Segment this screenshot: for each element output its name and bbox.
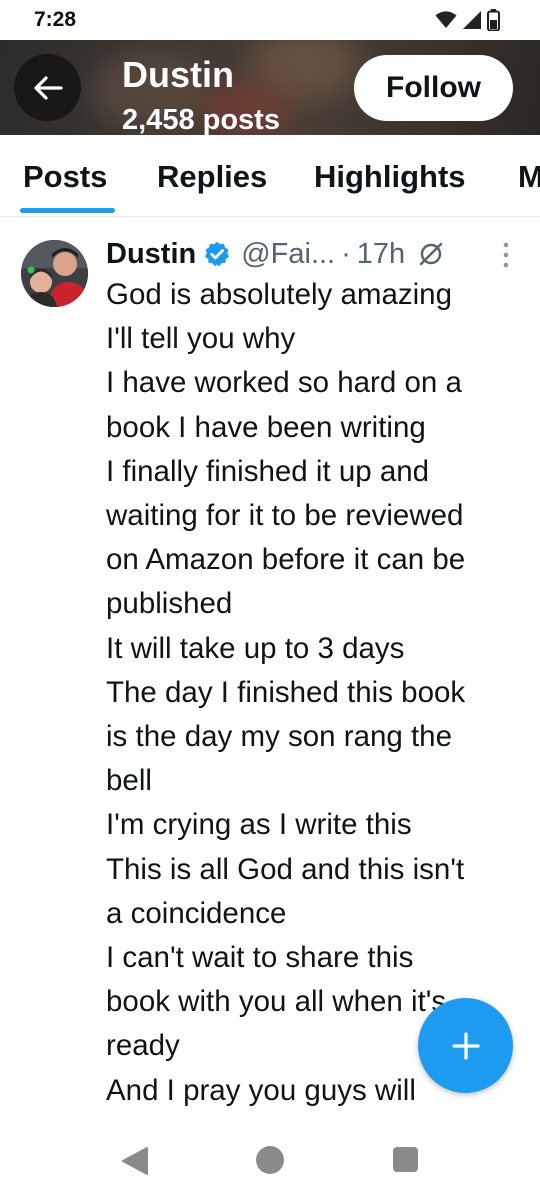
active-tab-indicator [20, 208, 115, 213]
tweet-text-line: I finally finished it up and [106, 454, 430, 488]
status-bar: 7:28 [0, 0, 540, 40]
tweet-text-line: I'll tell you why [106, 322, 296, 356]
tweet-text-line: published [106, 587, 233, 621]
tab-more[interactable]: M [518, 159, 540, 195]
tweet-text-line: waiting for it to be reviewed [106, 499, 464, 533]
nav-recents-icon[interactable] [393, 1147, 418, 1172]
avatar[interactable] [21, 240, 88, 307]
tab-highlights[interactable]: Highlights [314, 159, 466, 195]
profile-header: Dustin 2,458 posts Follow [0, 40, 540, 135]
profile-name: Dustin [122, 54, 234, 95]
back-button[interactable] [14, 54, 81, 121]
tab-replies[interactable]: Replies [157, 159, 267, 195]
tweet-text-line: It will take up to 3 days [106, 631, 405, 665]
tweet[interactable]: Dustin @Fai... · 17h God is absolutely a… [0, 218, 540, 1118]
plus-icon [451, 1031, 480, 1060]
tweet-text-line: a coincidence [106, 896, 287, 930]
compose-button[interactable] [418, 998, 513, 1093]
follow-button[interactable]: Follow [354, 55, 513, 121]
tweet-text-line: I'm crying as I write this [106, 808, 412, 842]
nav-back-icon[interactable] [120, 1146, 150, 1176]
separator-dot: · [341, 237, 351, 270]
tweet-text-line: The day I finished this book [106, 675, 466, 709]
tweet-text-line: God is absolutely amazing [106, 278, 452, 311]
avatar-image [21, 240, 88, 307]
cellular-signal-icon [463, 11, 481, 29]
tweet-text-line: is the day my son rang the [106, 720, 452, 754]
profile-tabs: Posts Replies Highlights M [0, 135, 540, 217]
tab-posts[interactable]: Posts [23, 159, 107, 195]
system-nav-bar [0, 1120, 540, 1200]
tweet-header: Dustin @Fai... · 17h [106, 234, 445, 274]
tweet-text-line: bell [106, 764, 152, 798]
tweet-text: God is absolutely amazing I'll tell you … [106, 273, 526, 1113]
tweet-time[interactable]: 17h [357, 238, 405, 271]
tweet-text-line: on Amazon before it can be [106, 543, 466, 577]
tweet-text-line: book I have been writing [106, 410, 426, 444]
status-icons [435, 8, 500, 32]
tweet-text-line: This is all God and this isn't [106, 852, 465, 886]
wifi-icon [435, 11, 457, 28]
posts-count: 2,458 posts [122, 104, 280, 135]
battery-icon [487, 9, 500, 31]
more-vertical-icon[interactable] [500, 242, 512, 268]
author-handle[interactable]: @Fai... [241, 238, 335, 271]
arrow-left-icon [33, 75, 63, 100]
nav-home-icon[interactable] [256, 1146, 284, 1174]
grok-icon[interactable] [417, 240, 445, 268]
status-time: 7:28 [34, 8, 77, 31]
tweet-text-line: I have worked so hard on a [106, 366, 462, 400]
tweet-text-line: I can't wait to share this [106, 941, 414, 975]
verified-badge-icon [205, 241, 230, 267]
author-name[interactable]: Dustin [106, 238, 196, 271]
